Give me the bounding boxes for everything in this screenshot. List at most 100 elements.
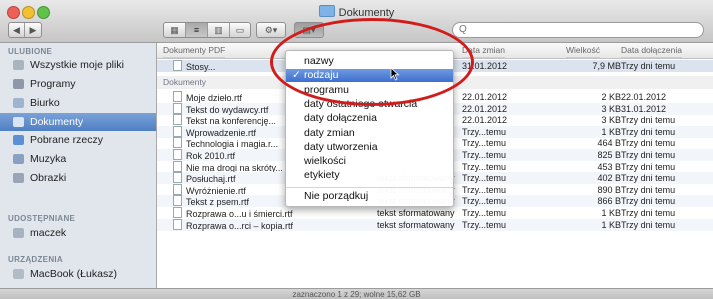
sidebar-item-programy[interactable]: Programy [0, 75, 156, 93]
file-name: Moje dzieło.rtf [186, 93, 243, 103]
table-row[interactable]: Rozprawa o...rci – kopia.rtf tekst sforma… [157, 218, 713, 232]
file-name-cell: Rozprawa o...rci – kopia.rtf [173, 218, 294, 232]
sidebar-item-macbook-łukasz-[interactable]: MacBook (Łukasz) [0, 265, 156, 283]
menu-item-4[interactable]: daty dołączenia [286, 112, 453, 125]
document-icon [173, 60, 182, 71]
sidebar-item-label: MacBook (Łukasz) [30, 268, 117, 280]
file-name: Posłuchaj.rtf [186, 174, 236, 185]
sidebar-item-label: Biurko [30, 97, 60, 109]
document-icon [173, 91, 182, 102]
sidebar-heading-shared: UDOSTĘPNIANE [8, 214, 76, 223]
size-cell: 464 B [597, 138, 621, 149]
file-name: Technologia i magia.r... [186, 139, 279, 150]
size-cell: 890 B [597, 184, 621, 195]
document-icon [173, 207, 182, 218]
coverflow-view-button[interactable]: ▭ [230, 23, 250, 37]
added-cell: 31.01.2012 [621, 103, 667, 114]
size-cell: 825 B [597, 150, 621, 160]
sidebar-item-wszystkie-moje-pliki[interactable]: Wszystkie moje pliki [0, 56, 156, 74]
table-row[interactable]: Rozprawa o...u i śmierci.rtf tekst sforma… [157, 207, 713, 219]
document-icon [173, 125, 182, 137]
modified-cell: Trzy...temu [462, 219, 507, 230]
sidebar-item-label: Dokumenty [30, 116, 84, 128]
modified-cell: Trzy...temu [462, 184, 507, 195]
annotation-ellipse [270, 18, 474, 106]
sidebar-item-obrazki[interactable]: Obrazki [0, 169, 156, 187]
sidebar-item-maczek[interactable]: maczek [0, 224, 156, 242]
modified-cell: Trzy...temu [462, 196, 507, 207]
modified-cell: Trzy...temu [462, 150, 507, 160]
menu-item-5[interactable]: daty zmian [286, 127, 453, 140]
computer-icon [13, 228, 24, 238]
file-name: Rozprawa o...rci – kopia.rtf [186, 220, 294, 231]
back-forward-buttons[interactable]: ◀ ▶ [8, 22, 42, 38]
sidebar: ULUBIONE Wszystkie moje pliki Programy Biu… [0, 43, 157, 288]
forward-button[interactable]: ▶ [25, 23, 41, 37]
menu-item-label: etykiety [304, 169, 340, 182]
size-cell: 1 KB [601, 208, 621, 218]
added-cell: Trzy dni temu [621, 115, 676, 126]
added-cell: Trzy dni temu [621, 219, 676, 230]
sidebar-item-muzyka[interactable]: Muzyka [0, 150, 156, 168]
modified-cell: Trzy...temu [462, 161, 507, 172]
file-name: Wprowadzenie.rtf [186, 127, 257, 138]
file-name: Rok 2010.rtf [186, 151, 236, 161]
file-name: Wyróżnienie.rtf [186, 185, 246, 196]
added-cell: Trzy dni temu [621, 61, 676, 71]
file-name-cell: Stosy... [173, 60, 215, 73]
applications-icon [13, 79, 24, 89]
size-cell: 866 B [597, 196, 621, 207]
icon-view-button[interactable]: ▦ [164, 23, 186, 37]
file-name: Nie ma drogi na skróty... [186, 162, 283, 173]
menu-item-label: daty zmian [304, 126, 355, 139]
menu-item-7[interactable]: wielkości [286, 155, 453, 168]
menu-item-6[interactable]: daty utworzenia [286, 141, 453, 154]
size-cell: 2 KB [601, 92, 621, 102]
document-icon [173, 114, 182, 126]
kind-cell: tekst sformatowany [377, 208, 455, 218]
list-view-button[interactable]: ≡ [186, 23, 208, 37]
added-cell: Trzy dni temu [621, 150, 676, 160]
added-cell: Trzy dni temu [621, 196, 676, 207]
file-name: Stosy... [186, 62, 216, 72]
file-name: Rozprawa o...u i śmierci.rtf [186, 209, 293, 219]
sidebar-item-label: Obrazki [30, 172, 67, 184]
file-name: Tekst do wydawcy.rtf [186, 104, 269, 115]
column-size[interactable]: Wielkość [566, 43, 601, 58]
modified-cell: Trzy...temu [462, 138, 507, 149]
column-added[interactable]: Data dołączenia [621, 43, 682, 58]
added-cell: Trzy dni temu [621, 184, 676, 195]
window-title: Dokumenty [0, 5, 713, 19]
added-cell: 22.01.2012 [621, 92, 667, 102]
menu-item-label: wielkości [304, 155, 347, 168]
added-cell: Trzy dni temu [621, 138, 676, 149]
menu-item-label: daty utworzenia [304, 140, 378, 153]
documents-icon [13, 117, 24, 127]
column-name[interactable]: Dokumenty PDF [163, 43, 226, 58]
music-icon [13, 154, 24, 164]
document-icon [173, 218, 182, 230]
menu-separator [286, 187, 453, 188]
document-icon [173, 137, 182, 149]
view-switcher[interactable]: ▦ ≡ ▥ ▭ [163, 22, 251, 38]
menu-item-no-arrange[interactable]: Nie porządkuj [286, 190, 453, 203]
all-files-icon [13, 60, 24, 70]
added-cell: Trzy dni temu [621, 173, 676, 184]
column-view-button[interactable]: ▥ [208, 23, 230, 37]
pictures-icon [13, 173, 24, 183]
added-cell: Trzy dni temu [621, 126, 676, 137]
back-button[interactable]: ◀ [9, 23, 25, 37]
sidebar-item-biurko[interactable]: Biurko [0, 94, 156, 112]
gear-icon: ⚙▾ [264, 25, 278, 35]
finder-window: Dokumenty ◀ ▶ ▦ ≡ ▥ ▭ ⚙▾ ▤▾ Q ULUBIONE Wszys… [0, 0, 713, 299]
modified-cell: 22.01.2012 [462, 92, 508, 102]
menu-item-8[interactable]: etykiety [286, 169, 453, 182]
sidebar-item-pobrane-rzeczy[interactable]: Pobrane rzeczy [0, 131, 156, 149]
file-name: Tekst na konferencję... [186, 116, 277, 127]
sidebar-item-dokumenty[interactable]: Dokumenty [0, 113, 156, 131]
menu-item-label: Nie porządkuj [304, 190, 369, 202]
size-cell: 1 KB [601, 126, 621, 137]
search-field[interactable]: Q [452, 22, 704, 38]
action-button[interactable]: ⚙▾ [256, 22, 286, 38]
folder-icon [318, 5, 335, 17]
